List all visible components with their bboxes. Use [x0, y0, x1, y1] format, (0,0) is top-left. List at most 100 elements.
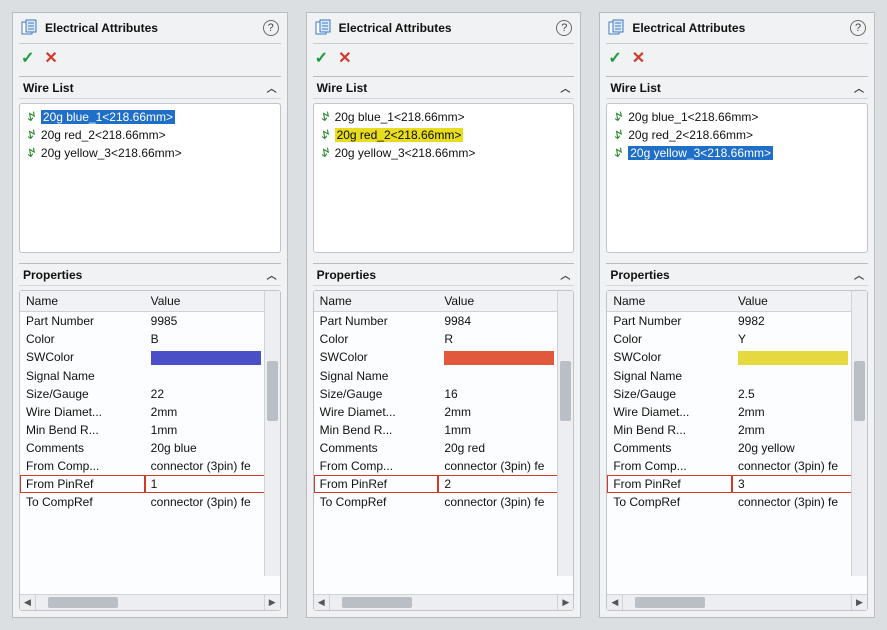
- wire-item[interactable]: ↯20g red_2<218.66mm>: [316, 126, 572, 144]
- property-row[interactable]: Comments20g red: [314, 439, 574, 457]
- property-row[interactable]: From PinRef1: [20, 475, 280, 493]
- property-value[interactable]: connector (3pin) fe: [145, 457, 280, 475]
- property-value[interactable]: [732, 367, 867, 385]
- property-value[interactable]: Y: [732, 330, 867, 348]
- wirelist-header[interactable]: Wire List ︿: [19, 76, 281, 99]
- property-row[interactable]: ColorR: [314, 330, 574, 348]
- ok-button[interactable]: ✓: [315, 48, 328, 68]
- property-value[interactable]: 1: [145, 475, 280, 493]
- scroll-right-icon[interactable]: ▶: [557, 595, 573, 610]
- property-row[interactable]: Comments20g yellow: [607, 439, 867, 457]
- help-button[interactable]: ?: [556, 20, 572, 36]
- property-value[interactable]: 20g red: [438, 439, 573, 457]
- property-row[interactable]: Signal Name: [314, 367, 574, 385]
- wire-item[interactable]: ↯ 20g blue_1<218.66mm>: [22, 108, 278, 126]
- property-value[interactable]: 2.5: [732, 385, 867, 403]
- property-value[interactable]: 1mm: [438, 421, 573, 439]
- col-name[interactable]: Name: [20, 291, 145, 312]
- property-row[interactable]: Wire Diamet...2mm: [20, 403, 280, 421]
- scroll-left-icon[interactable]: ◀: [314, 595, 330, 610]
- help-button[interactable]: ?: [263, 20, 279, 36]
- vertical-scrollbar[interactable]: [851, 291, 867, 576]
- properties-header[interactable]: Properties ︿: [606, 263, 868, 286]
- property-row[interactable]: Min Bend R...1mm: [20, 421, 280, 439]
- vertical-scrollbar[interactable]: [264, 291, 280, 576]
- property-row[interactable]: Signal Name: [20, 367, 280, 385]
- property-value[interactable]: [438, 348, 573, 367]
- wire-item[interactable]: ↯ 20g yellow_3<218.66mm>: [22, 144, 278, 162]
- property-row[interactable]: ColorB: [20, 330, 280, 348]
- wire-item[interactable]: ↯ 20g red_2<218.66mm>: [22, 126, 278, 144]
- property-value[interactable]: connector (3pin) fe: [732, 457, 867, 475]
- vertical-scrollbar[interactable]: [557, 291, 573, 576]
- property-value[interactable]: 16: [438, 385, 573, 403]
- property-value[interactable]: 2mm: [732, 421, 867, 439]
- property-row[interactable]: To CompRefconnector (3pin) fe: [20, 493, 280, 511]
- horizontal-scrollbar[interactable]: ◀▶: [607, 594, 867, 610]
- property-value[interactable]: connector (3pin) fe: [732, 493, 867, 511]
- col-name[interactable]: Name: [607, 291, 732, 312]
- col-value[interactable]: Value: [145, 291, 280, 312]
- col-value[interactable]: Value: [732, 291, 867, 312]
- col-value[interactable]: Value: [438, 291, 573, 312]
- property-value[interactable]: 2mm: [438, 403, 573, 421]
- wire-item[interactable]: ↯20g blue_1<218.66mm>: [609, 108, 865, 126]
- ok-button[interactable]: ✓: [608, 48, 621, 68]
- property-value[interactable]: connector (3pin) fe: [145, 493, 280, 511]
- properties-header[interactable]: Properties ︿: [19, 263, 281, 286]
- scroll-left-icon[interactable]: ◀: [20, 595, 36, 610]
- cancel-button[interactable]: ✕: [632, 48, 645, 68]
- scroll-right-icon[interactable]: ▶: [851, 595, 867, 610]
- property-row[interactable]: From PinRef3: [607, 475, 867, 493]
- property-value[interactable]: [438, 367, 573, 385]
- property-value[interactable]: 20g blue: [145, 439, 280, 457]
- property-row[interactable]: To CompRefconnector (3pin) fe: [314, 493, 574, 511]
- property-value[interactable]: connector (3pin) fe: [438, 493, 573, 511]
- property-row[interactable]: Part Number9984: [314, 312, 574, 331]
- ok-button[interactable]: ✓: [21, 48, 34, 68]
- property-row[interactable]: From Comp...connector (3pin) fe: [607, 457, 867, 475]
- property-value[interactable]: R: [438, 330, 573, 348]
- property-row[interactable]: Size/Gauge2.5: [607, 385, 867, 403]
- cancel-button[interactable]: ✕: [338, 48, 351, 68]
- property-value[interactable]: 20g yellow: [732, 439, 867, 457]
- property-value[interactable]: 2: [438, 475, 573, 493]
- wirelist-header[interactable]: Wire List ︿: [313, 76, 575, 99]
- property-row[interactable]: SWColor: [607, 348, 867, 367]
- property-row[interactable]: Part Number9985: [20, 312, 280, 331]
- property-row[interactable]: Signal Name: [607, 367, 867, 385]
- property-row[interactable]: Size/Gauge16: [314, 385, 574, 403]
- cancel-button[interactable]: ✕: [44, 48, 57, 68]
- property-row[interactable]: SWColor: [20, 348, 280, 367]
- property-row[interactable]: Min Bend R...2mm: [607, 421, 867, 439]
- wirelist-header[interactable]: Wire List ︿: [606, 76, 868, 99]
- help-button[interactable]: ?: [850, 20, 866, 36]
- scroll-right-icon[interactable]: ▶: [264, 595, 280, 610]
- property-row[interactable]: Part Number9982: [607, 312, 867, 331]
- property-row[interactable]: From Comp...connector (3pin) fe: [20, 457, 280, 475]
- property-value[interactable]: 22: [145, 385, 280, 403]
- property-value[interactable]: [145, 367, 280, 385]
- property-value[interactable]: [732, 348, 867, 367]
- property-row[interactable]: Size/Gauge22: [20, 385, 280, 403]
- property-value[interactable]: B: [145, 330, 280, 348]
- property-row[interactable]: To CompRefconnector (3pin) fe: [607, 493, 867, 511]
- property-row[interactable]: Min Bend R...1mm: [314, 421, 574, 439]
- property-value[interactable]: 9982: [732, 312, 867, 331]
- horizontal-scrollbar[interactable]: ◀▶: [314, 594, 574, 610]
- property-row[interactable]: From Comp...connector (3pin) fe: [314, 457, 574, 475]
- property-row[interactable]: SWColor: [314, 348, 574, 367]
- property-value[interactable]: 1mm: [145, 421, 280, 439]
- col-name[interactable]: Name: [314, 291, 439, 312]
- property-value[interactable]: connector (3pin) fe: [438, 457, 573, 475]
- wire-item[interactable]: ↯20g red_2<218.66mm>: [609, 126, 865, 144]
- property-value[interactable]: 3: [732, 475, 867, 493]
- property-row[interactable]: Comments20g blue: [20, 439, 280, 457]
- property-row[interactable]: Wire Diamet...2mm: [607, 403, 867, 421]
- wire-item[interactable]: ↯20g yellow_3<218.66mm>: [609, 144, 865, 162]
- properties-header[interactable]: Properties ︿: [313, 263, 575, 286]
- wire-item[interactable]: ↯20g blue_1<218.66mm>: [316, 108, 572, 126]
- property-value[interactable]: 2mm: [145, 403, 280, 421]
- property-value[interactable]: 2mm: [732, 403, 867, 421]
- property-row[interactable]: From PinRef2: [314, 475, 574, 493]
